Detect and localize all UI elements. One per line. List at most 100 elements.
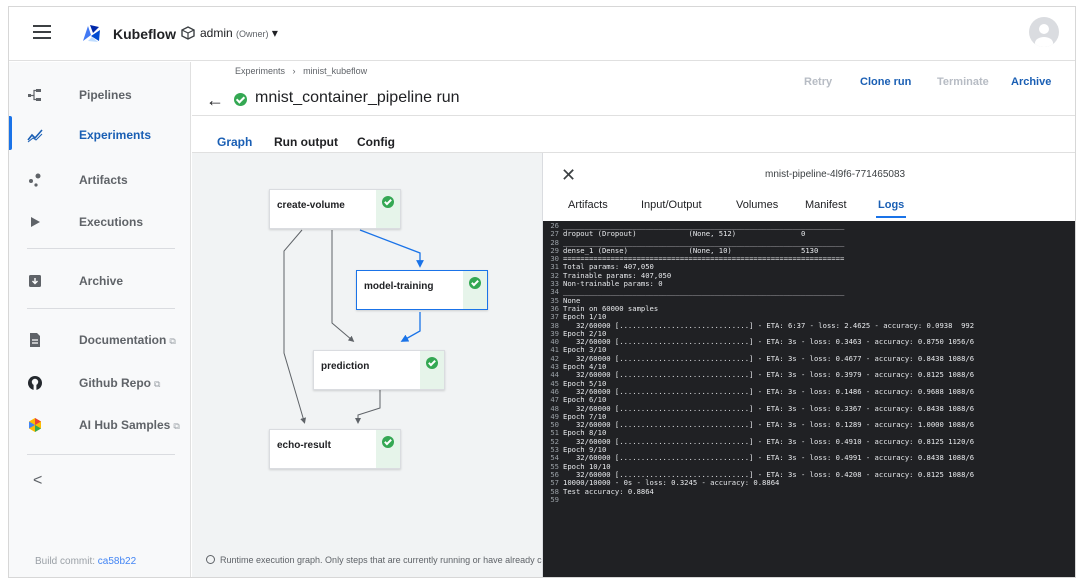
log-viewer[interactable]: 26 ______________________________________… [543, 221, 1075, 577]
log-line: 38 32/60000 [...........................… [543, 320, 1075, 330]
sidebar-item-text: AI Hub Samples [79, 418, 171, 432]
sidebar-item-text: Github Repo [79, 376, 151, 390]
breadcrumb-experiments[interactable]: Experiments [235, 66, 285, 76]
tab-manifest[interactable]: Manifest [805, 199, 847, 211]
tab-logs[interactable]: Logs [875, 199, 907, 218]
log-line-number: 59 [550, 494, 559, 504]
namespace-name: admin [200, 26, 233, 40]
top-bar: Kubeflow admin (Owner) ▾ [9, 7, 1075, 61]
sidebar-item-label: Executions [79, 215, 144, 229]
build-commit-link[interactable]: ca58b22 [98, 556, 136, 567]
tab-run-output[interactable]: Run output [274, 135, 338, 149]
sidebar-item-label: AI Hub Samples ⧉ [79, 418, 180, 432]
sidebar-item-label: Github Repo ⧉ [79, 376, 160, 390]
info-icon [206, 555, 215, 564]
chevron-down-icon: ▾ [271, 26, 278, 40]
build-info: Build commit: ca58b22 [35, 556, 136, 567]
tab-artifacts[interactable]: Artifacts [568, 199, 608, 211]
menu-icon[interactable] [33, 25, 51, 39]
terminate-button[interactable]: Terminate [937, 76, 989, 88]
tab-graph[interactable]: Graph [214, 135, 255, 154]
close-icon[interactable]: ✕ [561, 165, 576, 186]
page-title: mnist_container_pipeline run [255, 89, 460, 106]
external-link-icon: ⧉ [173, 421, 180, 431]
sidebar-item-archive[interactable]: Archive [9, 258, 190, 302]
log-line: 58 Test accuracy: 0.8864 [543, 487, 1075, 496]
node-status [420, 351, 444, 389]
graph-footer-text: Runtime execution graph. Only steps that… [220, 555, 542, 565]
log-line: 44 32/60000 [...........................… [543, 371, 1075, 380]
clone-run-button[interactable]: Clone run [860, 76, 911, 88]
sidebar-item-github-repo[interactable]: Github Repo ⧉ [9, 360, 190, 404]
success-icon [382, 436, 394, 448]
ai-hub-icon [29, 418, 41, 432]
graph-node-echo-result[interactable]: echo-result [269, 429, 401, 469]
log-line: 40 32/60000 [...........................… [543, 337, 1075, 347]
sidebar-item-executions[interactable]: Executions [9, 199, 190, 243]
node-label: create-volume [277, 200, 345, 211]
node-status [463, 271, 487, 309]
sidebar-item-experiments[interactable]: Experiments [9, 112, 190, 156]
graph-node-model-training[interactable]: model-training [356, 270, 488, 310]
app-brand[interactable]: Kubeflow [113, 26, 176, 42]
log-line-text: 32/60000 [..............................… [563, 320, 975, 330]
log-line-text: 32/60000 [..............................… [563, 353, 975, 363]
success-icon [469, 277, 481, 289]
log-line: 50 32/60000 [...........................… [543, 420, 1075, 429]
node-label: echo-result [277, 440, 331, 451]
node-status [376, 430, 400, 468]
pipelines-icon [28, 89, 41, 101]
log-line-text: ________________________________________… [563, 287, 845, 297]
log-line-text: 32/60000 [..............................… [563, 337, 975, 347]
sidebar-item-ai-hub-samples[interactable]: AI Hub Samples ⧉ [9, 402, 190, 446]
graph-footer: Runtime execution graph. Only steps that… [206, 555, 542, 565]
avatar[interactable] [1029, 17, 1059, 47]
graph-node-create-volume[interactable]: create-volume [269, 189, 401, 229]
play-icon [31, 217, 40, 227]
sidebar-item-documentation[interactable]: Documentation ⧉ [9, 317, 190, 361]
experiments-icon [27, 129, 43, 143]
success-icon [382, 196, 394, 208]
tab-config[interactable]: Config [357, 135, 395, 149]
sidebar-item-artifacts[interactable]: Artifacts [9, 157, 190, 201]
node-status [376, 190, 400, 228]
build-label: Build commit: [35, 556, 96, 567]
log-line: 59 [543, 494, 1075, 504]
app-window: Kubeflow admin (Owner) ▾ Pipelines Exper… [8, 6, 1076, 578]
sidebar: Pipelines Experiments Artifacts Executio… [9, 62, 191, 577]
tab-input-output[interactable]: Input/Output [641, 199, 702, 211]
sidebar-divider [27, 454, 175, 455]
success-icon [426, 357, 438, 369]
log-line: 48 32/60000 [...........................… [543, 403, 1075, 413]
run-graph: create-volume model-training prediction … [192, 153, 542, 577]
tab-volumes[interactable]: Volumes [736, 199, 778, 211]
graph-node-prediction[interactable]: prediction [313, 350, 445, 390]
node-label: prediction [321, 361, 370, 372]
artifacts-icon [29, 173, 41, 187]
namespace-icon [181, 26, 195, 40]
log-line: 52 32/60000 [...........................… [543, 436, 1075, 446]
sidebar-item-text: Documentation [79, 333, 167, 347]
breadcrumb-experiment[interactable]: minist_kubeflow [303, 66, 367, 76]
account-icon [1035, 24, 1053, 47]
sidebar-item-label: Artifacts [79, 173, 128, 187]
collapse-sidebar-button[interactable]: < [33, 472, 42, 490]
success-status-icon [234, 93, 247, 106]
log-line-text: 32/60000 [..............................… [563, 436, 975, 446]
breadcrumb-separator: › [292, 66, 296, 76]
back-arrow-icon[interactable]: ← [206, 90, 224, 111]
log-line: 46 32/60000 [...........................… [543, 386, 1075, 396]
breadcrumb: Experiments › minist_kubeflow [235, 66, 367, 76]
github-icon [28, 376, 42, 390]
namespace-selector[interactable]: admin (Owner) ▾ [200, 26, 278, 40]
sidebar-item-pipelines[interactable]: Pipelines [9, 72, 190, 116]
log-line: 42 32/60000 [...........................… [543, 353, 1075, 363]
log-line-text: 32/60000 [..............................… [563, 386, 975, 396]
retry-button[interactable]: Retry [804, 76, 832, 88]
log-line-text: 32/60000 [..............................… [563, 403, 975, 413]
sidebar-divider [27, 248, 175, 249]
archive-button[interactable]: Archive [1011, 76, 1051, 88]
sidebar-item-label: Pipelines [79, 88, 132, 102]
details-panel: ✕ mnist-pipeline-4l9f6-771465083 Artifac… [542, 153, 1075, 577]
header-divider [192, 115, 1075, 116]
